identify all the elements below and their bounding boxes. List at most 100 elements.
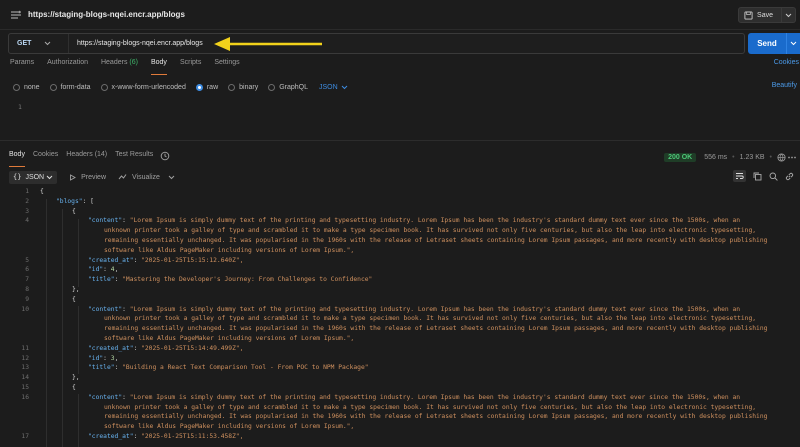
body-type-none[interactable]: none <box>13 83 40 91</box>
json-punctuation: }, <box>72 286 80 293</box>
request-title-bar: https://staging-blogs-nqei.encr.app/blog… <box>0 0 800 30</box>
wrap-lines-button[interactable] <box>733 170 746 182</box>
body-type-urlencoded[interactable]: x-www-form-urlencoded <box>100 83 186 91</box>
code-line: remaining essentially unchanged. It was … <box>0 412 800 422</box>
json-key: "content" <box>88 393 123 401</box>
response-size[interactable]: 1.23 KB <box>740 154 765 161</box>
json-string: "Building a React Text Comparison Tool -… <box>122 364 369 372</box>
json-string: remaining essentially unchanged. It was … <box>104 413 768 421</box>
code-text: software like Aldus PageMaker including … <box>104 334 354 344</box>
tab-settings[interactable]: Settings <box>214 59 239 75</box>
visualize-button[interactable]: Visualize <box>118 173 180 181</box>
save-button[interactable]: Save <box>738 7 782 23</box>
copy-icon <box>753 172 761 180</box>
globe-icon[interactable] <box>777 152 786 162</box>
code-text: "blogs": [ <box>56 197 94 207</box>
line-number: 6 <box>25 266 29 274</box>
json-string: software like Aldus PageMaker including … <box>104 246 355 254</box>
code-line: 16 "content": "Lorem Ipsum is simply dumm… <box>0 393 800 403</box>
cookies-link[interactable]: Cookies <box>774 59 799 66</box>
json-key: "content" <box>88 217 123 225</box>
save-label: Save <box>757 11 773 19</box>
json-string: "2025-01-25T15:14:49.499Z", <box>141 344 244 352</box>
method-select[interactable]: GET <box>9 34 69 53</box>
code-line: software like Aldus PageMaker including … <box>0 334 800 344</box>
wrap-lines-icon <box>736 173 744 179</box>
code-line: unknown printer took a galley of type an… <box>0 226 800 236</box>
json-punctuation: : <box>103 266 111 274</box>
line-number: 7 <box>25 276 29 284</box>
json-key: "created_at" <box>88 344 134 352</box>
code-text: remaining essentially unchanged. It was … <box>104 324 767 334</box>
response-format-select[interactable]: {} JSON <box>9 170 58 184</box>
json-punctuation: : <box>133 344 142 352</box>
tab-scripts[interactable]: Scripts <box>180 59 201 75</box>
json-punctuation: : [ <box>82 197 94 205</box>
code-text: remaining essentially unchanged. It was … <box>104 236 767 246</box>
body-type-form-data[interactable]: form-data <box>49 83 91 91</box>
save-dropdown-button[interactable] <box>782 7 796 23</box>
code-line: 12 "id": 3, <box>0 354 800 364</box>
chevron-down-icon <box>46 175 53 179</box>
code-line: 3{ <box>0 207 800 217</box>
json-string: remaining essentially unchanged. It was … <box>104 237 768 244</box>
code-line: software like Aldus PageMaker including … <box>0 246 800 256</box>
search-button[interactable] <box>768 171 778 181</box>
json-string: "2025-01-25T15:15:12.640Z", <box>141 256 244 264</box>
line-number: 16 <box>21 393 29 401</box>
body-type-raw[interactable]: raw <box>195 83 218 91</box>
response-headers-count: (14) <box>94 151 108 158</box>
code-line: unknown printer took a galley of type an… <box>0 314 800 324</box>
code-line: 15 { <box>0 383 800 393</box>
request-body-editor[interactable]: 1 <box>0 99 800 141</box>
visualize-icon <box>118 174 127 180</box>
response-body-viewer[interactable]: 1{2 "blogs": [3{4 "content": "Lorem Ipsum … <box>0 187 800 447</box>
code-text: unknown printer took a galley of type an… <box>104 403 756 413</box>
json-key: "content" <box>88 305 123 313</box>
more-options-icon[interactable] <box>786 153 798 162</box>
url-input[interactable]: https://staging-blogs-nqei.encr.app/blog… <box>77 40 203 47</box>
url-bar: GET https://staging-blogs-nqei.encr.app/… <box>8 33 745 54</box>
chevron-down-icon <box>785 13 792 17</box>
tab-body[interactable]: Body <box>150 59 167 75</box>
preview-button[interactable]: Preview <box>69 174 106 181</box>
code-line: remaining essentially unchanged. It was … <box>0 236 800 246</box>
json-punctuation: }, <box>72 374 80 382</box>
send-dropdown-button[interactable] <box>786 33 800 54</box>
beautify-link[interactable]: Beautify <box>772 82 797 89</box>
response-tab-body[interactable]: Body <box>9 151 25 167</box>
code-line: 17 "created_at": "2025-01-25T15:11:53.458… <box>0 432 800 442</box>
status-badge[interactable]: 200 OK <box>664 152 697 162</box>
response-time[interactable]: 556 ms <box>704 154 727 161</box>
chevron-down-icon <box>341 85 348 89</box>
json-key: "id" <box>88 266 104 274</box>
body-type-graphql[interactable]: GraphQL <box>268 83 308 91</box>
history-icon[interactable] <box>160 151 170 161</box>
request-title[interactable]: https://staging-blogs-nqei.encr.app/blog… <box>28 10 185 19</box>
response-tab-cookies[interactable]: Cookies <box>33 151 58 167</box>
json-punctuation: : <box>133 256 142 264</box>
link-button[interactable] <box>784 171 794 181</box>
code-text: "id": 4, <box>88 265 118 275</box>
response-status-bar: 200 OK 556 ms • 1.23 KB • <box>664 151 798 163</box>
response-tab-test-results[interactable]: Test Results <box>115 151 153 167</box>
tab-params[interactable]: Params <box>10 59 34 75</box>
code-line: 5 "created_at": "2025-01-25T15:15:12.640Z… <box>0 256 800 266</box>
send-button[interactable]: Send <box>748 33 786 54</box>
line-number: 15 <box>21 384 29 391</box>
code-line: 6 "id": 4, <box>0 265 800 275</box>
code-text: { <box>40 187 44 197</box>
tab-headers[interactable]: Headers (6) <box>101 59 138 75</box>
code-line: 11 "created_at": "2025-01-25T15:14:49.499… <box>0 344 800 354</box>
body-format-select[interactable]: JSON <box>319 84 348 91</box>
line-number: 12 <box>21 354 29 362</box>
tab-authorization[interactable]: Authorization <box>47 59 88 75</box>
copy-button[interactable] <box>752 171 762 181</box>
chevron-down-icon <box>45 41 51 46</box>
body-type-binary[interactable]: binary <box>228 83 258 91</box>
json-string: "2025-01-25T15:11:53.458Z", <box>141 433 244 440</box>
code-line: software like Aldus PageMaker including … <box>0 422 800 432</box>
json-key: "id" <box>88 354 104 362</box>
send-group: Send <box>748 33 800 54</box>
response-tab-headers[interactable]: Headers (14) <box>66 151 107 167</box>
